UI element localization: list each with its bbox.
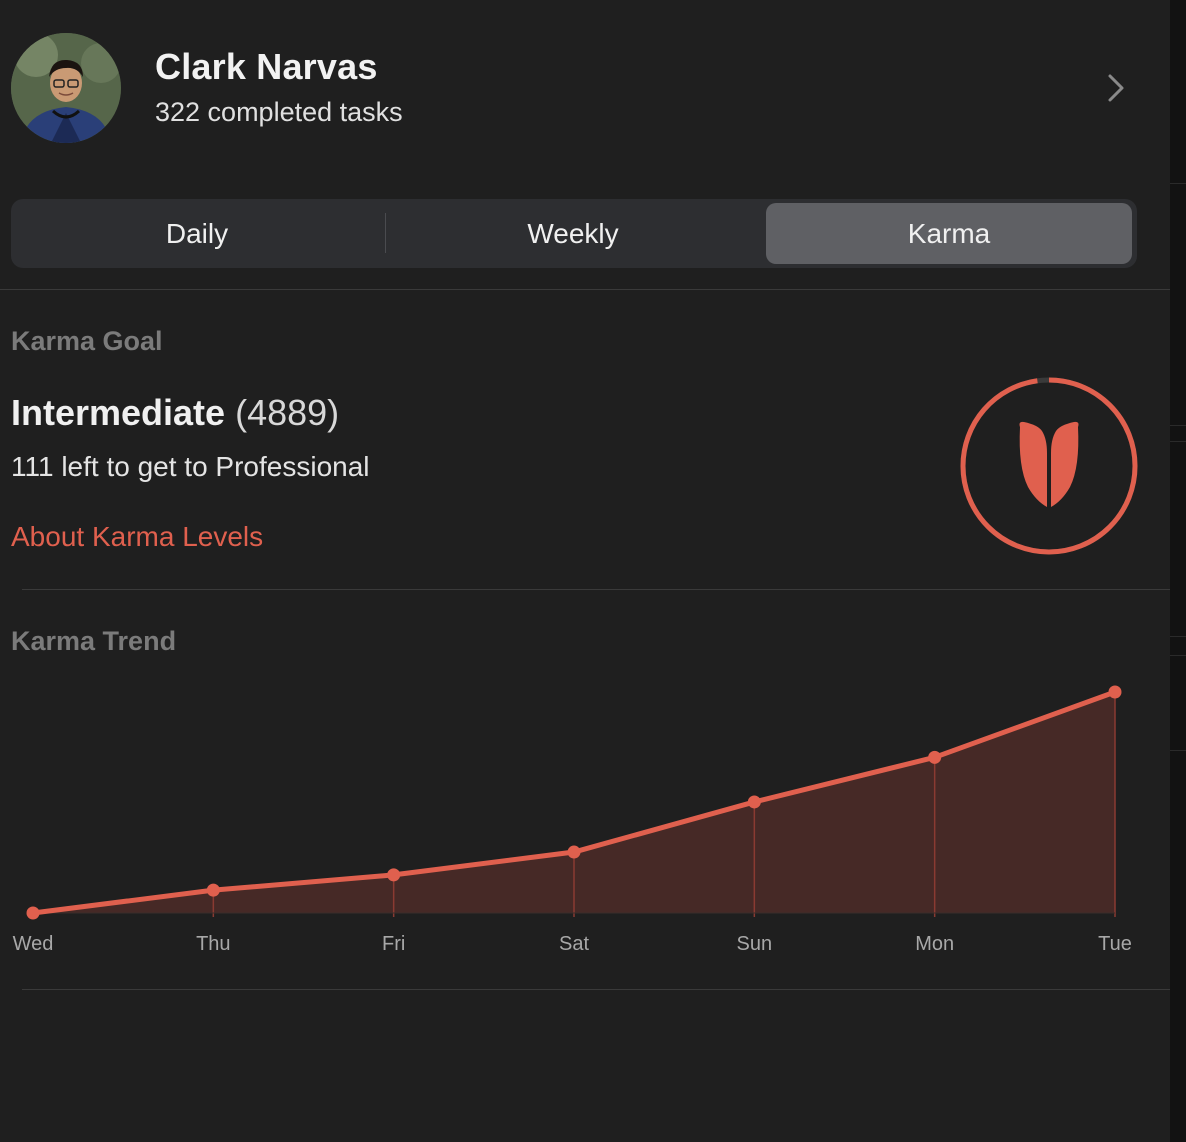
x-tick-label-tue: Tue [1098,933,1132,955]
tab-weekly[interactable]: Weekly [387,203,759,264]
completed-tasks-count: 322 completed tasks [155,97,403,127]
karma-logo-icon [1019,421,1079,507]
x-tick-label-sat: Sat [559,933,589,955]
trend-point-wed [26,906,40,920]
karma-level: Intermediate (4889) [11,392,339,434]
profile-row[interactable]: Clark Narvas 322 completed tasks [0,0,1170,180]
chevron-right-icon[interactable] [1103,72,1131,104]
period-segmented-control: Daily Weekly Karma [11,199,1137,268]
karma-points: (4889) [235,392,340,433]
x-tick-label-thu: Thu [196,933,230,955]
trend-point-tue [1108,685,1122,699]
tab-karma[interactable]: Karma [766,203,1132,264]
x-tick-label-sun: Sun [737,933,773,955]
section-divider [22,589,1170,590]
tab-daily[interactable]: Daily [11,203,383,264]
karma-trend-heading: Karma Trend [11,626,177,656]
karma-progress-ring [960,377,1138,555]
trend-point-thu [206,883,220,897]
karma-trend-chart: Wed Thu Fri Sat Sun Mon Tue [13,685,1132,955]
x-tick-label-wed: Wed [13,933,54,955]
x-tick-label-mon: Mon [915,933,954,955]
trend-point-fri [387,868,401,882]
section-divider [22,989,1170,990]
karma-level-name: Intermediate [11,392,226,433]
karma-goal-heading: Karma Goal [11,326,163,356]
profile-name: Clark Narvas [155,46,378,87]
x-tick-label-fri: Fri [382,933,405,955]
karma-progress-arc [960,377,1138,555]
section-divider [0,289,1170,290]
trend-point-sat [567,845,581,859]
about-karma-levels-link[interactable]: About Karma Levels [11,521,263,553]
trend-point-mon [928,750,942,764]
segment-divider [385,213,386,253]
avatar [11,33,121,143]
karma-remaining: 111 left to get to Professional [11,451,370,482]
trend-point-sun [747,795,761,809]
window-edge [1170,0,1186,1142]
